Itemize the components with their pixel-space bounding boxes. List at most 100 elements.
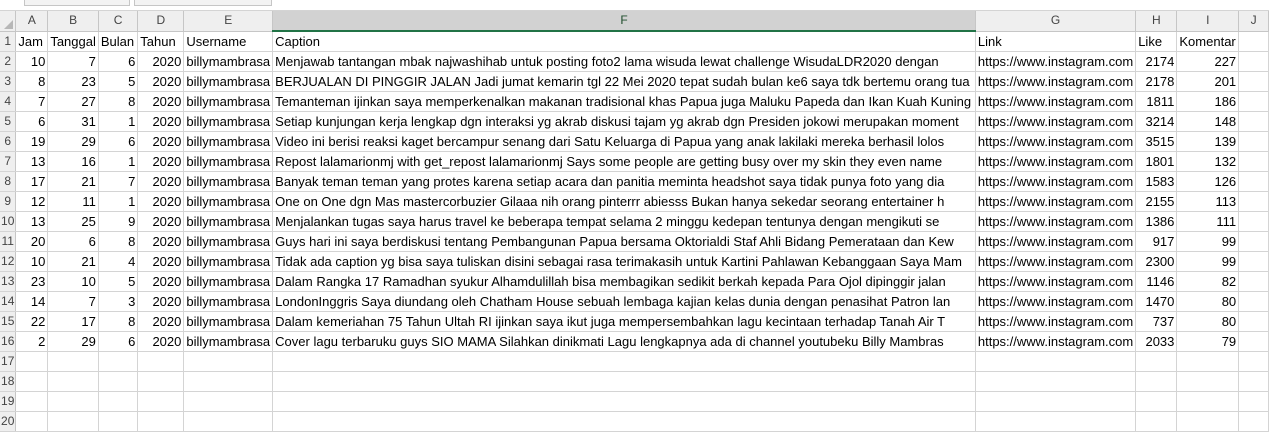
- cell-h10[interactable]: 1386: [1135, 211, 1178, 232]
- cell-d15[interactable]: 2020: [137, 311, 185, 332]
- cell-e13[interactable]: billymambrasa: [183, 271, 274, 292]
- cell-a15[interactable]: 22: [15, 311, 49, 332]
- cell-a1[interactable]: Jam: [15, 31, 49, 52]
- cell-f1[interactable]: Caption: [272, 31, 976, 52]
- cell-d12[interactable]: 2020: [137, 251, 185, 272]
- cell-b13[interactable]: 10: [47, 271, 99, 292]
- cell-f14[interactable]: LondonInggris Saya diundang oleh Chatham…: [272, 291, 976, 312]
- row-header-1[interactable]: 1: [0, 31, 17, 52]
- row-header-16[interactable]: 16: [0, 331, 17, 352]
- cell-h4[interactable]: 1811: [1135, 91, 1178, 112]
- cell-f16[interactable]: Cover lagu terbaruku guys SIO MAMA Silah…: [272, 331, 976, 352]
- cell-j20[interactable]: [1238, 411, 1269, 432]
- cell-b17[interactable]: [47, 351, 99, 372]
- cell-f6[interactable]: Video ini berisi reaksi kaget bercampur …: [272, 131, 976, 152]
- column-header-i[interactable]: I: [1176, 11, 1240, 32]
- cell-g4[interactable]: https://www.instagram.com: [975, 91, 1137, 112]
- cell-f12[interactable]: Tidak ada caption yg bisa saya tuliskan …: [272, 251, 976, 272]
- cell-j2[interactable]: [1238, 51, 1269, 72]
- cell-i16[interactable]: 79: [1176, 331, 1240, 352]
- cell-c11[interactable]: 8: [98, 231, 139, 252]
- column-header-j[interactable]: J: [1238, 11, 1269, 32]
- cell-g5[interactable]: https://www.instagram.com: [975, 111, 1137, 132]
- cell-b20[interactable]: [47, 411, 99, 432]
- row-header-19[interactable]: 19: [0, 391, 17, 412]
- cell-a7[interactable]: 13: [15, 151, 49, 172]
- column-header-b[interactable]: B: [47, 11, 99, 32]
- cell-c12[interactable]: 4: [98, 251, 139, 272]
- cell-j6[interactable]: [1238, 131, 1269, 152]
- cell-j16[interactable]: [1238, 331, 1269, 352]
- row-header-14[interactable]: 14: [0, 291, 17, 312]
- cell-h8[interactable]: 1583: [1135, 171, 1178, 192]
- row-header-17[interactable]: 17: [0, 351, 17, 372]
- cell-e2[interactable]: billymambrasa: [183, 51, 274, 72]
- cell-d6[interactable]: 2020: [137, 131, 185, 152]
- cell-h2[interactable]: 2174: [1135, 51, 1178, 72]
- cell-g16[interactable]: https://www.instagram.com: [975, 331, 1137, 352]
- cell-e3[interactable]: billymambrasa: [183, 71, 274, 92]
- cell-i4[interactable]: 186: [1176, 91, 1240, 112]
- cell-c8[interactable]: 7: [98, 171, 139, 192]
- cell-g15[interactable]: https://www.instagram.com: [975, 311, 1137, 332]
- cell-a14[interactable]: 14: [15, 291, 49, 312]
- row-header-4[interactable]: 4: [0, 91, 17, 112]
- cell-b19[interactable]: [47, 391, 99, 412]
- cell-h17[interactable]: [1135, 351, 1178, 372]
- cell-c1[interactable]: Bulan: [98, 31, 139, 52]
- cell-c14[interactable]: 3: [98, 291, 139, 312]
- cell-a9[interactable]: 12: [15, 191, 49, 212]
- cell-b10[interactable]: 25: [47, 211, 99, 232]
- cell-e7[interactable]: billymambrasa: [183, 151, 274, 172]
- cell-d14[interactable]: 2020: [137, 291, 185, 312]
- row-header-2[interactable]: 2: [0, 51, 17, 72]
- cell-g20[interactable]: [975, 411, 1137, 432]
- cell-i11[interactable]: 99: [1176, 231, 1240, 252]
- cell-h18[interactable]: [1135, 371, 1178, 392]
- row-header-10[interactable]: 10: [0, 211, 17, 232]
- cell-c20[interactable]: [98, 411, 139, 432]
- cell-a10[interactable]: 13: [15, 211, 49, 232]
- cell-e1[interactable]: Username: [183, 31, 274, 52]
- cell-i20[interactable]: [1176, 411, 1240, 432]
- cell-b12[interactable]: 21: [47, 251, 99, 272]
- cell-c17[interactable]: [98, 351, 139, 372]
- cell-f18[interactable]: [272, 371, 976, 392]
- cell-j3[interactable]: [1238, 71, 1269, 92]
- cell-d5[interactable]: 2020: [137, 111, 185, 132]
- cell-d13[interactable]: 2020: [137, 271, 185, 292]
- cell-d9[interactable]: 2020: [137, 191, 185, 212]
- cell-f7[interactable]: Repost lalamarionmj with get_repost lala…: [272, 151, 976, 172]
- cell-h1[interactable]: Like: [1135, 31, 1178, 52]
- cell-h5[interactable]: 3214: [1135, 111, 1178, 132]
- cell-g14[interactable]: https://www.instagram.com: [975, 291, 1137, 312]
- cell-g6[interactable]: https://www.instagram.com: [975, 131, 1137, 152]
- cell-c3[interactable]: 5: [98, 71, 139, 92]
- cell-j19[interactable]: [1238, 391, 1269, 412]
- cell-h9[interactable]: 2155: [1135, 191, 1178, 212]
- cell-d1[interactable]: Tahun: [137, 31, 185, 52]
- cell-i12[interactable]: 99: [1176, 251, 1240, 272]
- cell-h7[interactable]: 1801: [1135, 151, 1178, 172]
- cell-b1[interactable]: Tanggal: [47, 31, 99, 52]
- cell-d8[interactable]: 2020: [137, 171, 185, 192]
- cell-j9[interactable]: [1238, 191, 1269, 212]
- cell-a4[interactable]: 7: [15, 91, 49, 112]
- row-header-18[interactable]: 18: [0, 371, 17, 392]
- cell-i17[interactable]: [1176, 351, 1240, 372]
- cell-g2[interactable]: https://www.instagram.com: [975, 51, 1137, 72]
- row-header-6[interactable]: 6: [0, 131, 17, 152]
- cell-i19[interactable]: [1176, 391, 1240, 412]
- cell-f8[interactable]: Banyak teman teman yang protes karena se…: [272, 171, 976, 192]
- cell-d3[interactable]: 2020: [137, 71, 185, 92]
- cell-c19[interactable]: [98, 391, 139, 412]
- row-header-5[interactable]: 5: [0, 111, 17, 132]
- cell-g10[interactable]: https://www.instagram.com: [975, 211, 1137, 232]
- cell-c9[interactable]: 1: [98, 191, 139, 212]
- cell-e11[interactable]: billymambrasa: [183, 231, 274, 252]
- cell-j1[interactable]: [1238, 31, 1269, 52]
- cell-j17[interactable]: [1238, 351, 1269, 372]
- cell-e5[interactable]: billymambrasa: [183, 111, 274, 132]
- cell-b16[interactable]: 29: [47, 331, 99, 352]
- cell-e18[interactable]: [183, 371, 274, 392]
